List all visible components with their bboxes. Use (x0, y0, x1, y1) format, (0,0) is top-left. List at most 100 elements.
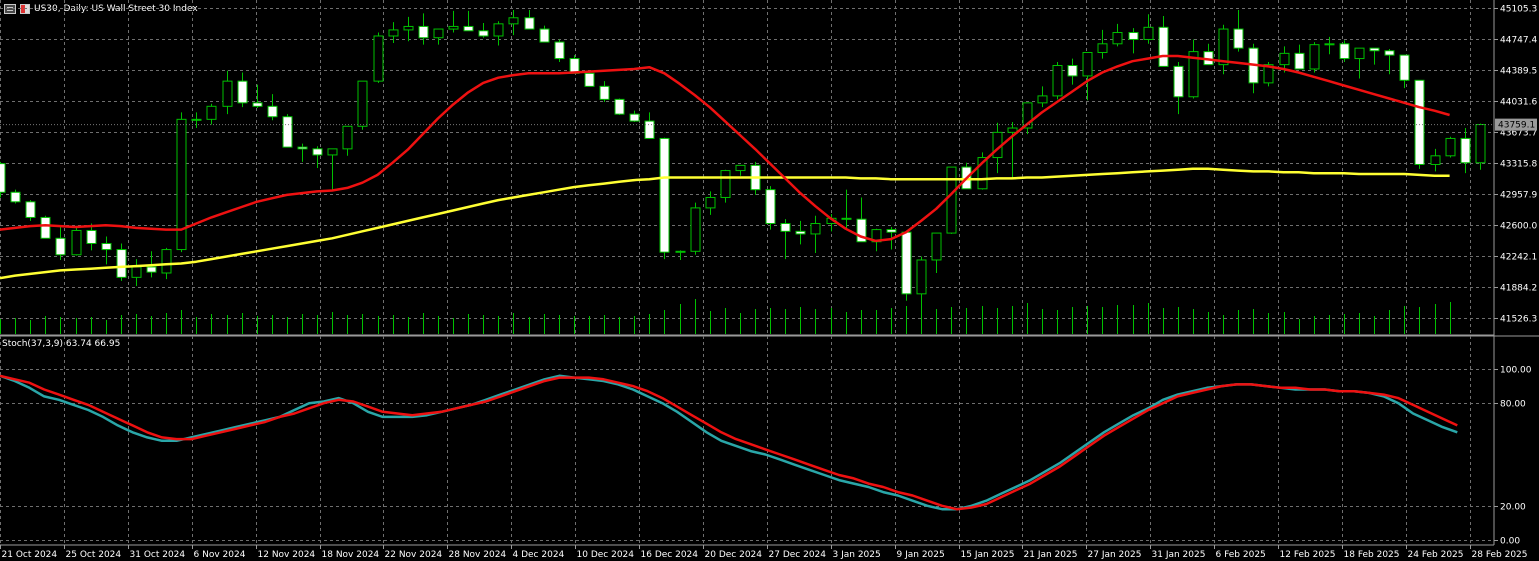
bullish-candle[interactable] (1007, 127, 1018, 133)
bearish-candle[interactable] (524, 17, 535, 30)
bearish-candle[interactable] (312, 148, 323, 156)
bearish-candle[interactable] (25, 201, 36, 218)
bullish-candle[interactable] (1445, 137, 1456, 157)
bullish-candle[interactable] (493, 23, 504, 37)
x-tick-label: 10 Dec 2024 (577, 550, 635, 560)
bullish-candle[interactable] (705, 196, 716, 209)
bullish-candle[interactable] (131, 266, 142, 278)
y-tick-label: 41884.2 (1500, 284, 1537, 294)
bearish-candle[interactable] (614, 98, 625, 115)
bearish-candle[interactable] (1414, 79, 1425, 165)
bullish-candle[interactable] (916, 259, 927, 295)
bullish-candle[interactable] (946, 166, 957, 234)
bullish-candle[interactable] (161, 249, 172, 274)
bullish-candle[interactable] (222, 80, 233, 107)
bullish-candle[interactable] (1112, 32, 1123, 45)
bearish-candle[interactable] (1173, 65, 1184, 98)
bearish-candle[interactable] (1294, 52, 1305, 70)
bearish-candle[interactable] (418, 25, 429, 39)
bullish-candle[interactable] (342, 125, 353, 150)
bullish-candle[interactable] (373, 35, 384, 82)
bullish-candle[interactable] (1082, 51, 1093, 77)
bullish-candle[interactable] (1218, 28, 1229, 66)
bullish-candle[interactable] (1037, 95, 1048, 104)
current-price-label: 43759.1 (1498, 121, 1535, 131)
bullish-candle[interactable] (735, 164, 746, 172)
bullish-candle[interactable] (1097, 43, 1108, 53)
x-tick-label: 18 Feb 2025 (1344, 550, 1400, 560)
bearish-candle[interactable] (765, 189, 776, 225)
trading-chart[interactable]: 45105.344747.444389.544031.643673.743315… (0, 0, 1539, 561)
bullish-candle[interactable] (720, 170, 731, 198)
bearish-candle[interactable] (1128, 32, 1139, 40)
bearish-candle[interactable] (780, 223, 791, 232)
bearish-candle[interactable] (901, 231, 912, 295)
bearish-candle[interactable] (1158, 26, 1169, 67)
bearish-candle[interactable] (584, 72, 595, 87)
bullish-candle[interactable] (675, 250, 686, 253)
bullish-candle[interactable] (1324, 43, 1335, 46)
stoch-tick-label: 20.00 (1500, 503, 1526, 513)
x-tick-label: 20 Dec 2024 (705, 550, 763, 560)
bearish-candle[interactable] (554, 41, 565, 60)
bearish-candle[interactable] (886, 229, 897, 233)
bullish-candle[interactable] (191, 118, 202, 121)
bearish-candle[interactable] (1339, 43, 1350, 60)
bullish-candle[interactable] (1309, 44, 1320, 70)
bearish-candle[interactable] (795, 230, 806, 235)
bearish-candle[interactable] (10, 191, 21, 203)
bearish-candle[interactable] (1384, 50, 1395, 56)
bearish-candle[interactable] (1369, 47, 1380, 52)
bullish-candle[interactable] (388, 29, 399, 37)
bearish-candle[interactable] (659, 137, 670, 253)
bullish-candle[interactable] (448, 25, 459, 30)
bullish-candle[interactable] (1430, 155, 1441, 165)
x-tick-label: 21 Jan 2025 (1024, 550, 1078, 560)
bullish-candle[interactable] (433, 28, 444, 39)
bearish-candle[interactable] (101, 242, 112, 251)
bearish-candle[interactable] (55, 237, 66, 256)
bearish-candle[interactable] (1067, 65, 1078, 77)
bullish-candle[interactable] (403, 25, 414, 31)
bearish-candle[interactable] (252, 102, 263, 107)
bullish-candle[interactable] (931, 232, 942, 261)
y-tick-label: 44031.6 (1500, 98, 1537, 108)
bullish-candle[interactable] (508, 17, 519, 25)
bearish-candle[interactable] (599, 85, 610, 100)
bullish-candle[interactable] (1279, 52, 1290, 66)
bearish-candle[interactable] (297, 146, 308, 150)
bearish-candle[interactable] (478, 30, 489, 37)
bearish-candle[interactable] (146, 266, 157, 273)
bearish-candle[interactable] (463, 25, 474, 32)
bearish-candle[interactable] (267, 105, 278, 118)
bullish-candle[interactable] (357, 80, 368, 127)
bearish-candle[interactable] (644, 120, 655, 139)
x-tick-label: 27 Dec 2024 (769, 550, 827, 560)
y-tick-label: 44747.4 (1500, 36, 1537, 46)
bullish-candle[interactable] (327, 148, 338, 156)
bearish-candle[interactable] (86, 229, 97, 244)
bullish-candle[interactable] (690, 207, 701, 252)
x-tick-label: 27 Jan 2025 (1088, 550, 1142, 560)
x-tick-label: 22 Nov 2024 (385, 550, 443, 560)
bearish-candle[interactable] (237, 80, 248, 104)
bearish-candle[interactable] (841, 217, 852, 220)
bearish-candle[interactable] (116, 249, 127, 278)
bearish-candle[interactable] (0, 163, 6, 193)
bearish-candle[interactable] (282, 116, 293, 148)
bearish-candle[interactable] (1399, 54, 1410, 81)
bullish-candle[interactable] (810, 223, 821, 235)
bullish-candle[interactable] (206, 105, 217, 120)
bearish-candle[interactable] (1233, 28, 1244, 49)
bearish-candle[interactable] (539, 28, 550, 43)
y-tick-label: 42242.1 (1500, 253, 1537, 263)
bearish-candle[interactable] (40, 216, 51, 239)
bullish-candle[interactable] (1052, 65, 1063, 97)
bullish-candle[interactable] (1475, 124, 1486, 164)
bearish-candle[interactable] (629, 113, 640, 122)
y-tick-label: 43315.8 (1500, 160, 1537, 170)
bearish-candle[interactable] (1460, 137, 1471, 164)
bullish-candle[interactable] (1354, 47, 1365, 60)
bullish-candle[interactable] (1143, 26, 1154, 40)
bullish-candle[interactable] (71, 229, 82, 256)
